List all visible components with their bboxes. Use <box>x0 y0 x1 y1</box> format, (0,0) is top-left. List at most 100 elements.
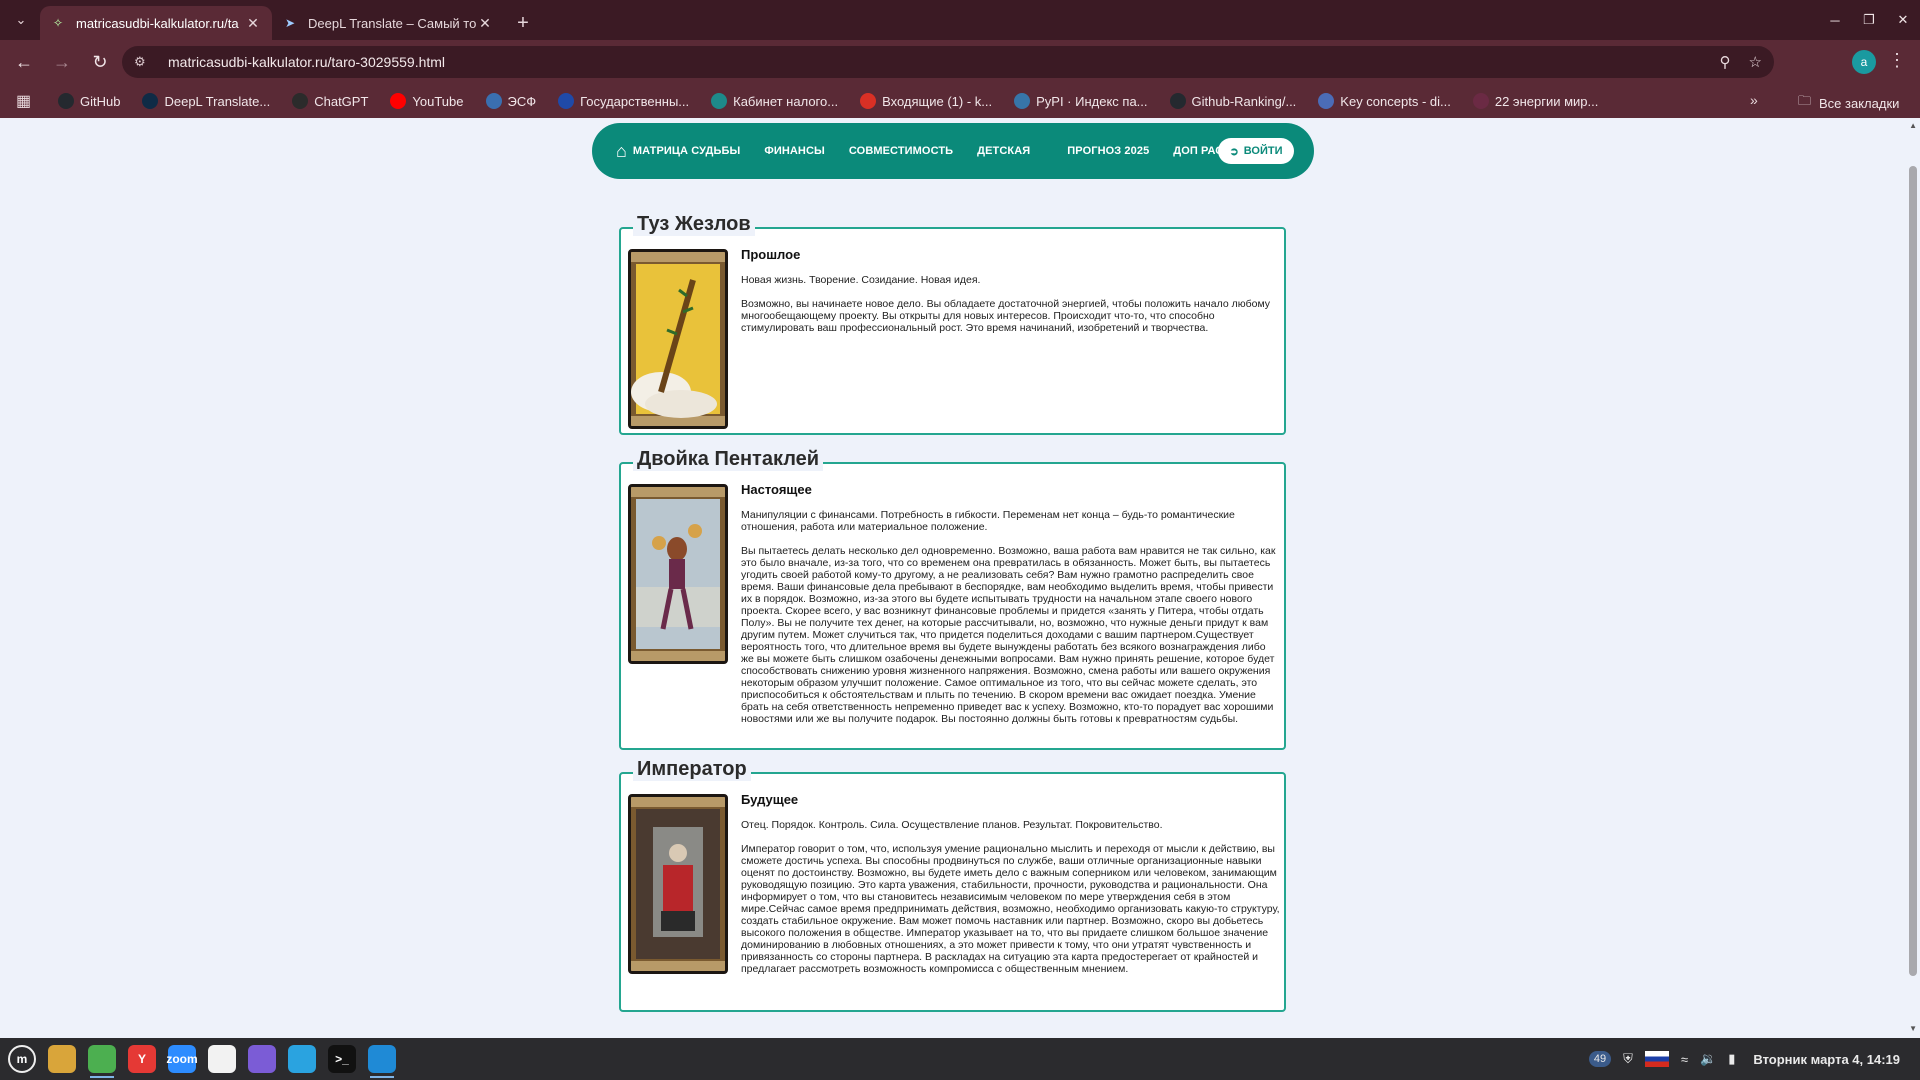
login-button[interactable]: ➲ ВОЙТИ <box>1218 138 1294 164</box>
card-position: Прошлое <box>741 247 801 262</box>
app-glyph <box>208 1045 236 1073</box>
bookmark-item[interactable]: YouTube <box>390 93 464 109</box>
bookmark-item[interactable]: Входящие (1) - k... <box>860 93 992 109</box>
bookmark-item[interactable]: Github-Ranking/... <box>1169 93 1296 109</box>
folder-icon: 🗀 <box>1798 93 1812 108</box>
minimize-icon[interactable]: ─ <box>1818 13 1852 28</box>
telegram-app-icon[interactable] <box>282 1039 322 1079</box>
bookmark-label: YouTube <box>412 93 464 109</box>
bookmark-item[interactable]: ChatGPT <box>292 93 368 109</box>
site-info-icon[interactable]: ⚙ <box>134 54 156 70</box>
nav-item-matrix[interactable]: МАТРИЦА СУДЬБЫ <box>633 145 740 157</box>
nav-item-forecast[interactable]: ПРОГНОЗ 2025 <box>1067 145 1149 157</box>
tab-active[interactable]: ✧ matricasudbi-kalkulator.ru/ta ✕ <box>40 6 272 40</box>
vscode-app-icon[interactable] <box>362 1039 402 1079</box>
wifi-icon[interactable]: ≈ <box>1681 1052 1688 1067</box>
clock[interactable]: Вторник марта 4, 14:19 <box>1753 1052 1900 1067</box>
bookmark-item[interactable]: 22 энергии мир... <box>1472 93 1599 109</box>
keyboard-layout-flag-icon[interactable] <box>1644 1051 1669 1067</box>
bookmark-item[interactable]: ЭСФ <box>485 93 536 109</box>
nav-item-compatibility[interactable]: СОВМЕСТИМОСТЬ <box>849 145 953 157</box>
card-keywords: Отец. Порядок. Контроль. Сила. Осуществл… <box>741 819 1163 831</box>
bookmark-star-icon[interactable]: ☆ <box>1749 53 1762 71</box>
battery-icon[interactable]: ▮ <box>1728 1051 1735 1067</box>
bookmarks-bar: ▦ GitHub DeepL Translate... ChatGPT YouTube… <box>0 84 1920 118</box>
bookmark-label: Входящие (1) - k... <box>882 93 993 109</box>
start-menu-icon[interactable]: m <box>2 1039 42 1079</box>
bookmark-label: Государственны... <box>580 93 690 109</box>
close-window-icon[interactable]: ✕ <box>1886 12 1920 28</box>
app-glyph: >_ <box>328 1045 356 1073</box>
tarot-card-future: Император Будущее Отец. Порядок. Контрол… <box>619 757 1286 1012</box>
more-bookmarks-icon[interactable]: » <box>1750 92 1758 108</box>
zoom-icon[interactable]: ⚲ <box>1720 53 1731 71</box>
back-arrow-icon[interactable]: ← <box>6 44 42 80</box>
bookmark-item[interactable]: Государственны... <box>558 93 689 109</box>
inkscape-app-icon[interactable] <box>202 1039 242 1079</box>
tab-close-icon[interactable]: ✕ <box>244 15 262 32</box>
card-title: Двойка Пентаклей <box>633 447 824 471</box>
scroll-up-icon[interactable]: ▲ <box>1909 121 1917 130</box>
bookmark-item[interactable]: DeepL Translate... <box>142 93 270 109</box>
nav-item-kids[interactable]: ДЕТСКАЯ <box>977 145 1030 157</box>
terminal-app-icon[interactable]: >_ <box>322 1039 362 1079</box>
home-icon[interactable]: ⌂ <box>616 141 627 162</box>
apps-grid-icon[interactable]: ▦ <box>16 91 36 111</box>
esf-icon <box>485 93 502 109</box>
yandex-app-icon[interactable]: Y <box>122 1039 162 1079</box>
bookmark-item[interactable]: GitHub <box>58 93 120 109</box>
reload-icon[interactable]: ↻ <box>82 44 118 80</box>
card-content: Будущее Отец. Порядок. Контроль. Сила. О… <box>741 792 1281 975</box>
address-bar[interactable]: ⚙ matricasudbi-kalkulator.ru/taro-302955… <box>122 46 1774 78</box>
profile-avatar[interactable]: a <box>1852 50 1876 74</box>
pypi-icon <box>1014 93 1031 109</box>
tax-icon <box>711 93 728 109</box>
restore-icon[interactable]: ❐ <box>1852 12 1886 28</box>
bookmark-label: PyPI · Индекс па... <box>1036 93 1148 109</box>
app-glyph <box>48 1045 76 1073</box>
browser-menu-icon[interactable]: ⋮ <box>1888 50 1906 71</box>
ace-of-wands-card-image <box>628 249 728 429</box>
card-description: Император говорит о том, что, используя … <box>741 843 1280 975</box>
gmail-icon <box>860 93 877 109</box>
tab-search-chevron-icon[interactable]: ⌄ <box>6 5 36 35</box>
zoom-app-icon[interactable]: zoom <box>162 1039 202 1079</box>
update-badge-icon[interactable]: 49 <box>1588 1051 1612 1067</box>
new-tab-plus-icon[interactable]: + <box>508 6 538 40</box>
login-label: ВОЙТИ <box>1243 145 1283 157</box>
bookmark-item[interactable]: Key concepts - di... <box>1318 93 1451 109</box>
card-content: Прошлое Новая жизнь. Творение. Созидание… <box>741 247 1281 334</box>
card-title: Император <box>633 757 751 781</box>
card-title: Туз Жезлов <box>633 212 755 236</box>
app-glyph: zoom <box>166 1045 198 1073</box>
files-app-icon[interactable] <box>42 1039 82 1079</box>
nav-item-finance[interactable]: ФИНАНСЫ <box>764 145 825 157</box>
scroll-down-icon[interactable]: ▼ <box>1909 1024 1917 1033</box>
obsidian-app-icon[interactable] <box>242 1039 282 1079</box>
site-navigation: ⌂ МАТРИЦА СУДЬБЫ ФИНАНСЫ СОВМЕСТИМОСТЬ Д… <box>592 123 1314 179</box>
all-bookmarks-button[interactable]: 🗀 Все закладки <box>1798 92 1899 114</box>
docs-icon <box>1318 93 1335 109</box>
deepl-icon <box>142 93 159 109</box>
bookmark-item[interactable]: PyPI · Индекс па... <box>1014 93 1148 109</box>
bookmark-label: 22 энергии мир... <box>1494 93 1599 109</box>
app-glyph <box>248 1045 276 1073</box>
tab-deepl[interactable]: ➤ DeepL Translate – Самый точ ✕ <box>272 6 504 40</box>
volume-icon[interactable]: 🔉 <box>1700 1051 1716 1067</box>
card-keywords: Новая жизнь. Творение. Созидание. Новая … <box>741 274 981 286</box>
tarot-card-past: Туз Жезлов Прошлое Новая жизнь. Творение… <box>619 212 1286 435</box>
scrollbar-thumb[interactable] <box>1909 166 1917 976</box>
youtube-icon <box>390 93 407 109</box>
deepl-favicon-icon: ➤ <box>284 16 296 30</box>
bookmark-label: GitHub <box>80 93 121 109</box>
tab-title: DeepL Translate – Самый точ <box>308 15 476 31</box>
chrome-app-icon[interactable] <box>82 1039 122 1079</box>
tab-close-icon[interactable]: ✕ <box>476 15 494 32</box>
shield-icon[interactable]: ⛨ <box>1623 1051 1633 1067</box>
tab-title: matricasudbi-kalkulator.ru/ta <box>76 15 239 31</box>
bookmark-item[interactable]: Кабинет налого... <box>711 93 838 109</box>
two-of-pentacles-card-image <box>628 484 728 664</box>
page-scrollbar[interactable]: ▲ ▼ <box>1906 118 1920 1038</box>
forward-arrow-icon[interactable]: → <box>44 44 80 80</box>
bookmark-label: DeepL Translate... <box>164 93 271 109</box>
